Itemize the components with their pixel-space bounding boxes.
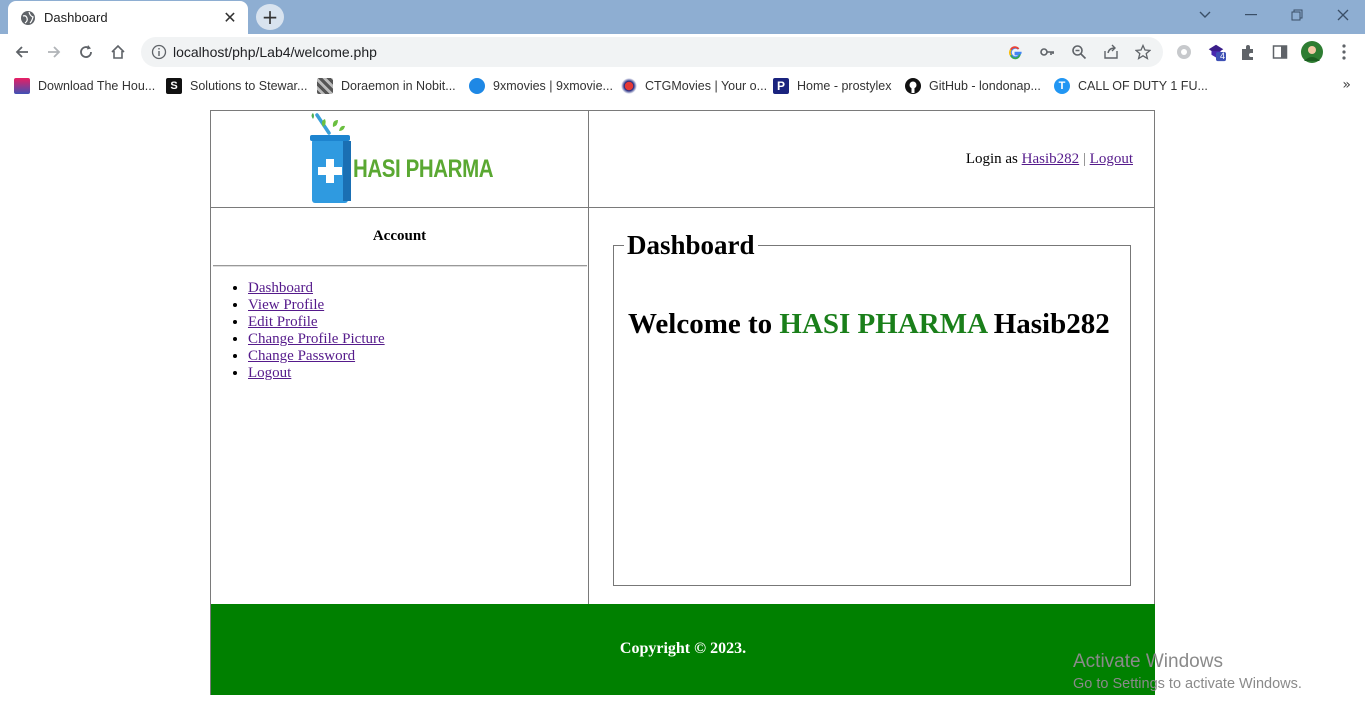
address-bar[interactable]: localhost/php/Lab4/welcome.php (141, 37, 1163, 67)
bookmark-favicon-icon (621, 78, 637, 94)
bookmark-favicon-icon (469, 78, 485, 94)
browser-tab-dashboard[interactable]: Dashboard ✕ (8, 1, 248, 34)
dashboard-link[interactable]: Dashboard (248, 280, 313, 296)
sidebar-title: Account (372, 228, 427, 244)
home-icon[interactable] (106, 40, 130, 64)
bookmark-favicon-icon: T (1054, 78, 1070, 94)
side-panel-icon[interactable] (1270, 42, 1290, 62)
bookmark-label: Doraemon in Nobit... (341, 79, 456, 93)
bookmark-item[interactable]: 9xmovies | 9xmovie... (469, 77, 613, 95)
github-icon (905, 78, 921, 94)
browser-menu-icon[interactable] (1334, 42, 1354, 62)
back-arrow-icon[interactable] (10, 40, 34, 64)
sidebar-item-view-profile: View Profile (248, 297, 385, 314)
bookmark-item[interactable]: CTGMovies | Your o... (621, 77, 767, 95)
tab-search-chevron-icon[interactable] (1182, 0, 1228, 30)
bookmark-item[interactable]: Download The Hou... (14, 77, 155, 95)
bookmark-label: 9xmovies | 9xmovie... (493, 79, 613, 93)
welcome-heading: Welcome to HASI PHARMA Hasib282 (628, 308, 1110, 341)
sidebar-item-edit-profile: Edit Profile (248, 314, 385, 331)
zoom-icon[interactable] (1071, 44, 1087, 60)
bookmark-item[interactable]: S Solutions to Stewar... (166, 77, 307, 95)
page-layout-table: HASI PHARMA Login as Hasib282 | Logout A… (210, 110, 1155, 695)
login-status: Login as Hasib282 | Logout (966, 151, 1133, 168)
header-logo-cell: HASI PHARMA (211, 111, 589, 208)
bookmark-favicon-icon (317, 78, 333, 94)
page-footer: Copyright © 2023. (211, 604, 1155, 695)
bookmarks-bar: Download The Hou... S Solutions to Stewa… (0, 70, 1365, 103)
share-icon[interactable] (1103, 44, 1119, 60)
bookmark-item[interactable]: Doraemon in Nobit... (317, 77, 456, 95)
sidebar-logout-link[interactable]: Logout (248, 365, 291, 381)
sidebar-divider (213, 265, 587, 267)
tab-title: Dashboard (44, 10, 108, 25)
dashboard-fieldset: Dashboard Welcome to HASI PHARMA Hasib28… (613, 229, 1131, 586)
bookmark-label: Solutions to Stewar... (190, 79, 308, 93)
tab-bar: Dashboard ✕ + (0, 0, 1365, 34)
view-profile-link[interactable]: View Profile (248, 297, 324, 313)
url-text: localhost/php/Lab4/welcome.php (173, 44, 377, 60)
close-tab-icon[interactable]: ✕ (222, 8, 238, 27)
reload-icon[interactable] (74, 40, 98, 64)
bookmark-star-icon[interactable] (1135, 44, 1151, 60)
change-password-link[interactable]: Change Password (248, 348, 355, 364)
copyright-text: Copyright © 2023. (619, 640, 747, 657)
sidebar-item-change-picture: Change Profile Picture (248, 331, 385, 348)
extension-badge-count: 4 (1220, 51, 1226, 61)
logo-text: HASI PHARMA (353, 155, 494, 183)
close-window-icon[interactable] (1320, 0, 1365, 30)
username-link[interactable]: Hasib282 (1022, 151, 1080, 167)
bookmark-item[interactable]: GitHub - londonap... (905, 77, 1041, 95)
watermark-subtitle: Go to Settings to activate Windows. (1073, 676, 1302, 692)
welcome-brand: HASI PHARMA (779, 308, 987, 340)
bookmark-favicon-icon: P (773, 78, 789, 94)
extension-circle-icon[interactable] (1174, 42, 1194, 62)
login-prefix: Login as (965, 151, 1018, 167)
web-page: HASI PHARMA Login as Hasib282 | Logout A… (0, 103, 1365, 728)
hasi-pharma-logo[interactable]: HASI PHARMA (307, 113, 494, 205)
fieldset-legend: Dashboard (624, 229, 758, 261)
header-logout-link[interactable]: Logout (1090, 151, 1133, 167)
bookmark-label: CALL OF DUTY 1 FU... (1078, 79, 1208, 93)
sidebar-item-logout: Logout (248, 365, 385, 382)
bookmark-favicon-icon: S (166, 78, 182, 94)
browser-chrome: Dashboard ✕ + localhost/php/Lab4/welcome… (0, 0, 1365, 103)
sidebar-menu: Dashboard View Profile Edit Profile Chan… (248, 280, 385, 382)
forward-arrow-icon[interactable] (42, 40, 66, 64)
sidebar-item-dashboard: Dashboard (248, 280, 385, 297)
browser-toolbar: localhost/php/Lab4/welcome.php 4 (0, 34, 1365, 70)
google-icon[interactable] (1007, 44, 1023, 60)
header-user-cell: Login as Hasib282 | Logout (589, 111, 1155, 208)
login-separator: | (1082, 151, 1086, 167)
windows-activation-watermark: Activate Windows Go to Settings to activ… (1073, 651, 1302, 692)
edit-profile-link[interactable]: Edit Profile (248, 314, 318, 330)
bookmarks-overflow-icon[interactable]: » (1342, 77, 1351, 93)
key-icon[interactable] (1039, 44, 1055, 60)
extension-badge-icon[interactable]: 4 (1206, 42, 1226, 62)
site-info-icon[interactable] (151, 44, 167, 60)
sidebar-item-change-password: Change Password (248, 348, 385, 365)
main-content: Dashboard Welcome to HASI PHARMA Hasib28… (589, 208, 1155, 604)
bookmark-label: GitHub - londonap... (929, 79, 1041, 93)
change-profile-picture-link[interactable]: Change Profile Picture (248, 331, 385, 347)
puzzle-icon[interactable] (1238, 42, 1258, 62)
bookmark-label: Download The Hou... (38, 79, 156, 93)
new-tab-button[interactable]: + (256, 4, 284, 30)
restore-window-icon[interactable] (1274, 0, 1320, 30)
bookmark-label: CTGMovies | Your o... (645, 79, 768, 93)
account-sidebar: Account Dashboard View Profile Edit Prof… (211, 208, 589, 604)
profile-avatar[interactable] (1301, 41, 1323, 63)
bookmark-label: Home - prostylex (797, 79, 892, 93)
minimize-window-icon[interactable] (1228, 0, 1274, 30)
bookmark-favicon-icon (14, 78, 30, 94)
welcome-username: Hasib282 (993, 308, 1110, 340)
bookmark-item[interactable]: P Home - prostylex (773, 77, 891, 95)
bookmark-item[interactable]: T CALL OF DUTY 1 FU... (1054, 77, 1208, 95)
welcome-prefix: Welcome to (628, 308, 773, 340)
watermark-title: Activate Windows (1073, 651, 1223, 672)
globe-icon (21, 10, 35, 25)
